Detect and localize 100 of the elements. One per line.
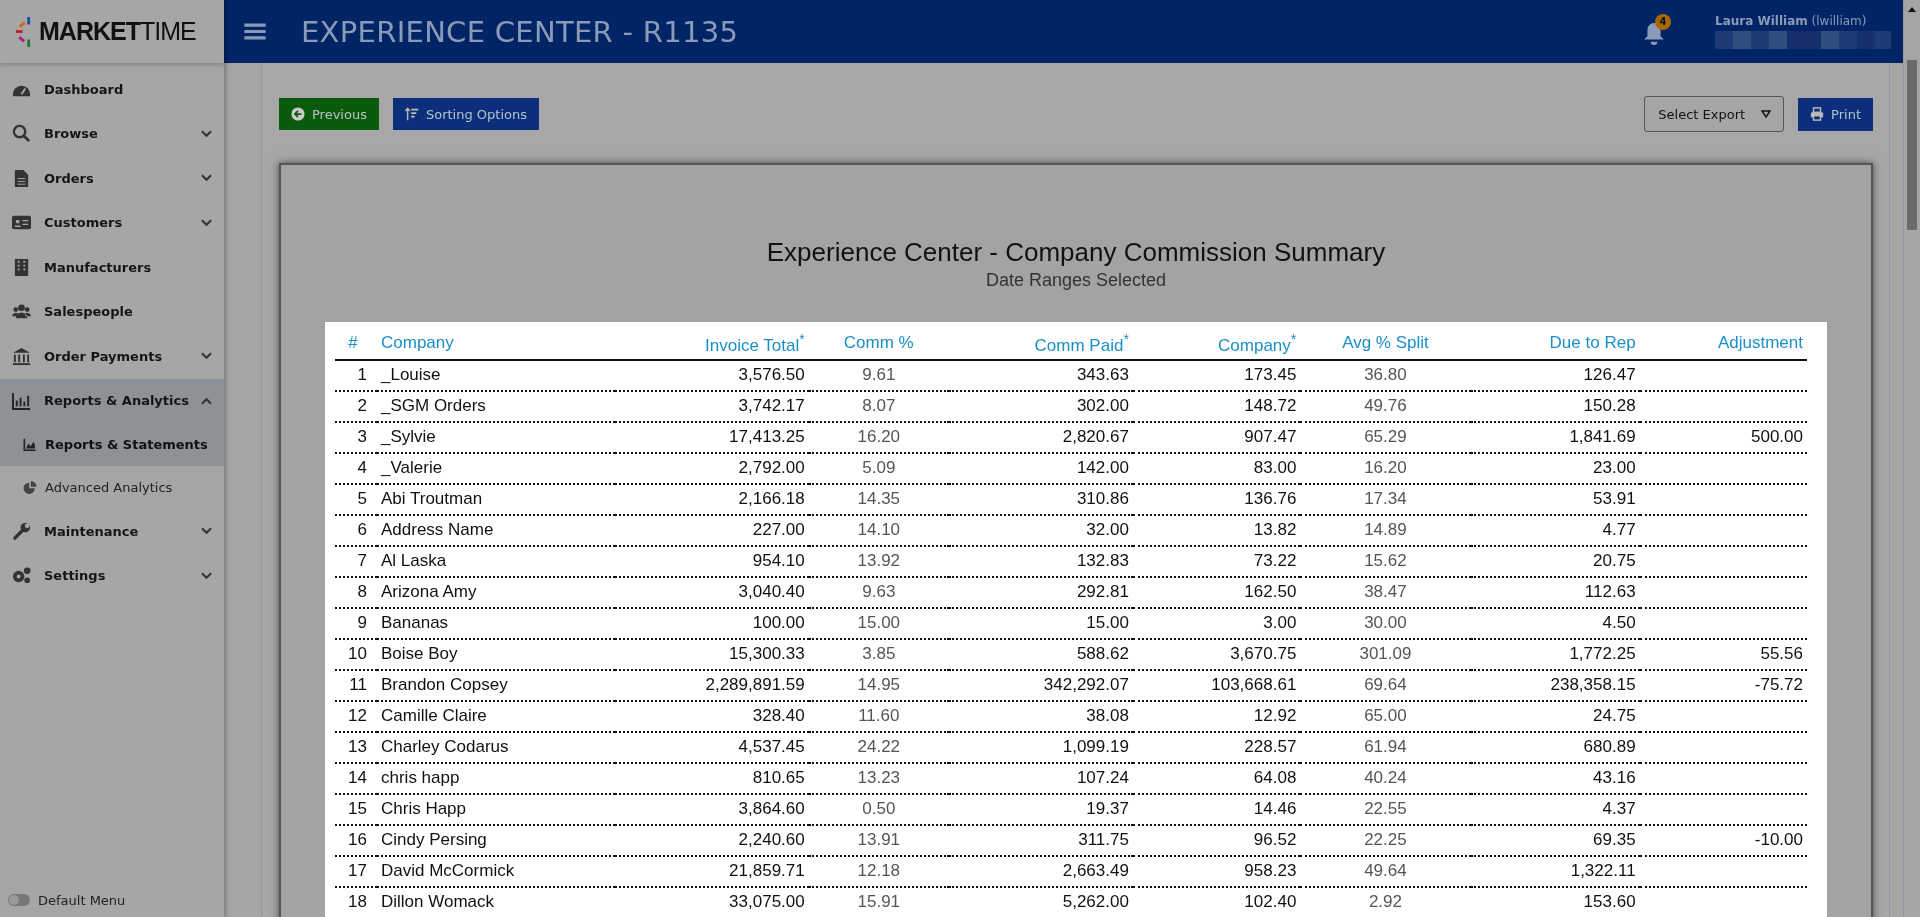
table-cell: 5.09: [862, 458, 896, 478]
table-cell: 2: [357, 396, 367, 416]
table-cell: 173.45: [1244, 365, 1297, 385]
table-cell: 11: [349, 675, 367, 695]
user-name[interactable]: Laura William (lwilliam): [1715, 14, 1885, 28]
scrollbar[interactable]: [1903, 0, 1920, 917]
table-cell: 40.24: [1364, 768, 1407, 788]
logo-mark-icon: [16, 16, 31, 47]
table-cell: 9.63: [862, 582, 896, 602]
column-header: Comm Paid$^{*}$: [948, 328, 1133, 360]
table-cell: Camille Claire: [381, 706, 487, 726]
table-cell: 21,859.71: [729, 861, 805, 881]
scroll-up-icon[interactable]: [1908, 6, 1916, 12]
table-cell: David McCormick: [381, 861, 515, 881]
table-cell: 153.60: [1583, 892, 1636, 912]
table-cell: 16.20: [857, 427, 901, 447]
sidebar-subitem[interactable]: Reports & Statements: [0, 423, 224, 466]
sidebar-item[interactable]: Salespeople: [0, 289, 224, 334]
column-header: Comm %: [808, 328, 949, 360]
page-title: EXPERIENCE CENTER - R1135: [301, 14, 739, 49]
table-cell: Charley Codarus: [381, 737, 509, 757]
table-cell: 4.50: [1602, 613, 1636, 633]
print-button[interactable]: Print: [1798, 97, 1873, 131]
sidebar-item[interactable]: Browse: [0, 111, 224, 156]
column-header: #: [335, 328, 377, 360]
table-cell: 24.75: [1593, 706, 1636, 726]
table-cell: 227.00: [752, 520, 805, 540]
table-cell: 14.89: [1364, 520, 1407, 540]
bar-chart-icon: [11, 391, 32, 411]
sidebar-item[interactable]: Customers: [0, 200, 224, 245]
table-cell: -10.00: [1754, 830, 1803, 850]
table-cell: 13.23: [857, 768, 901, 788]
table-cell: 83.00: [1253, 458, 1297, 478]
sidebar-subitem[interactable]: Advanced Analytics: [0, 466, 224, 509]
table-cell: 12: [348, 706, 367, 726]
table-cell: 954.10: [752, 551, 805, 571]
table-cell: 14.95: [857, 675, 901, 695]
sidebar-item[interactable]: Maintenance: [0, 509, 224, 554]
table-cell: 43.16: [1593, 768, 1636, 788]
table-cell: 5: [357, 489, 367, 509]
table-cell: 9.61: [862, 365, 896, 385]
table-cell: 69.64: [1364, 675, 1407, 695]
table-cell: 680.89: [1583, 737, 1636, 757]
table-cell: 3,864.60: [738, 799, 805, 819]
table-cell: _Louise: [381, 365, 441, 385]
table-cell: 96.52: [1253, 830, 1297, 850]
table-cell: Arizona Amy: [381, 582, 477, 602]
table-cell: 14.46: [1253, 799, 1297, 819]
table-cell: 33,075.00: [729, 892, 805, 912]
sidebar-item[interactable]: Settings: [0, 553, 224, 598]
sidebar-item[interactable]: Reports & Analytics: [0, 378, 224, 423]
table-cell: 15.62: [1364, 551, 1407, 571]
table-cell: Brandon Copsey: [381, 675, 508, 695]
table-cell: 10: [348, 644, 367, 664]
table-cell: 1,841.69: [1569, 427, 1636, 447]
table-cell: 126.47: [1583, 365, 1636, 385]
back-arrow-icon: [291, 107, 305, 121]
table-cell: 150.28: [1583, 396, 1636, 416]
table-cell: 13.91: [857, 830, 901, 850]
column-header: Adjustment: [1639, 328, 1807, 360]
sidebar-item[interactable]: Order Payments: [0, 334, 224, 379]
column-header: Company$^{*}$: [1132, 328, 1301, 360]
table-cell: 328.40: [752, 706, 805, 726]
table-cell: 32.00: [1086, 520, 1129, 540]
table-cell: 12.92: [1253, 706, 1297, 726]
table-cell: 15,300.33: [729, 644, 805, 664]
table-cell: 22.55: [1364, 799, 1407, 819]
sidebar-item[interactable]: Orders: [0, 156, 224, 201]
table-cell: 15: [348, 799, 367, 819]
table-cell: 500.00: [1751, 427, 1803, 447]
table-cell: 0.50: [862, 799, 896, 819]
column-header: Due to Rep: [1470, 328, 1640, 360]
table-cell: 61.94: [1364, 737, 1407, 757]
pie-chart-icon: [23, 481, 37, 494]
sorting-options-button[interactable]: Sorting Options: [392, 98, 539, 130]
table-cell: 2,663.49: [1062, 861, 1129, 881]
scrollbar-thumb[interactable]: [1907, 60, 1917, 230]
table-cell: 238,358.15: [1550, 675, 1636, 695]
table-cell: chris happ: [381, 768, 460, 788]
table-cell: -75.72: [1754, 675, 1803, 695]
table-cell: 228.57: [1244, 737, 1297, 757]
table-cell: 588.62: [1076, 644, 1129, 664]
toggle-switch[interactable]: [8, 894, 30, 906]
table-cell: 2,289,891.59: [705, 675, 805, 695]
menu-icon[interactable]: [244, 23, 266, 40]
table-cell: 9: [357, 613, 367, 633]
table-cell: Al Laska: [381, 551, 447, 571]
table-cell: 15.00: [857, 613, 901, 633]
table-cell: 4,537.45: [738, 737, 805, 757]
table-cell: _Valerie: [381, 458, 443, 478]
table-cell: 11.60: [858, 706, 900, 726]
table-cell: 20.75: [1593, 551, 1636, 571]
sidebar-item[interactable]: Dashboard: [0, 67, 224, 112]
sidebar-item[interactable]: Manufacturers: [0, 245, 224, 290]
table-cell: _SGM Orders: [381, 396, 486, 416]
table-cell: 3.00: [1263, 613, 1297, 633]
previous-button[interactable]: Previous: [279, 98, 379, 130]
export-dropdown[interactable]: Select Export: [1644, 96, 1785, 132]
table-cell: 16: [348, 830, 367, 850]
table-cell: 148.72: [1244, 396, 1297, 416]
